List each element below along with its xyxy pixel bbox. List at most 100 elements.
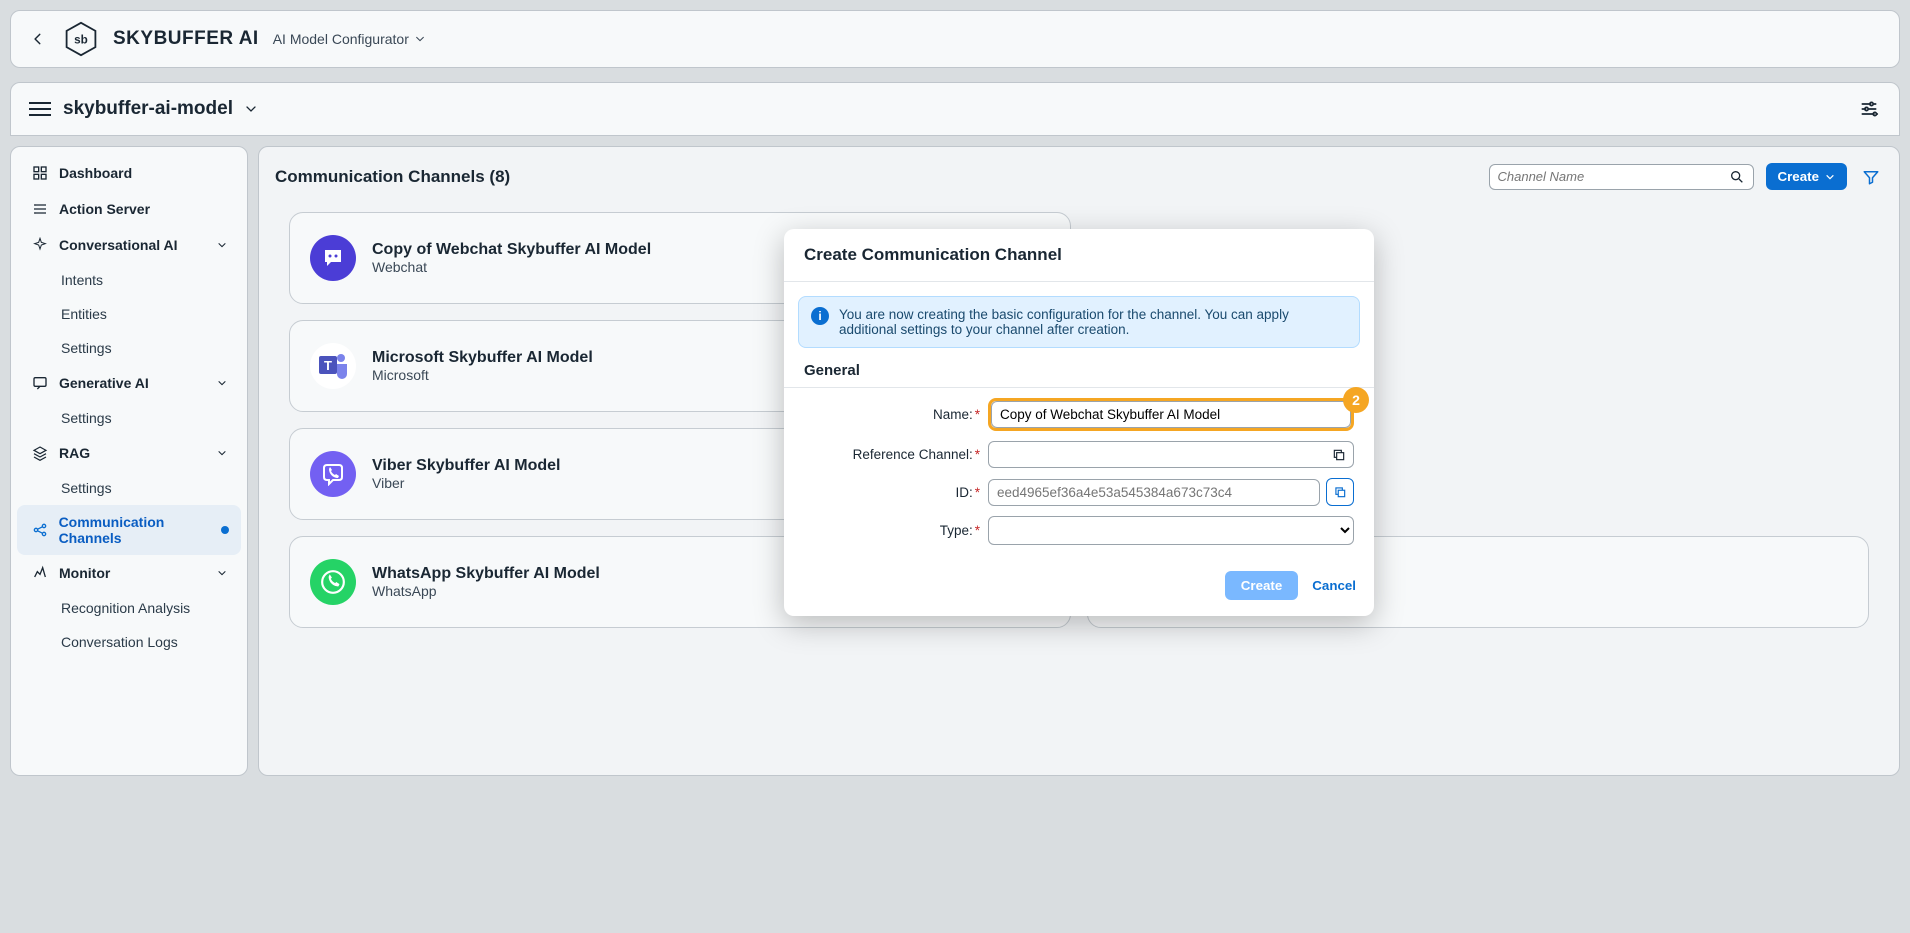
modal-create-button[interactable]: Create — [1225, 571, 1299, 600]
copy-id-button[interactable] — [1326, 478, 1354, 506]
info-text: You are now creating the basic configura… — [839, 307, 1347, 337]
sidebar-label: Generative AI — [59, 375, 149, 391]
sliders-icon — [1859, 99, 1879, 119]
viber-icon — [310, 451, 356, 497]
chevron-down-icon — [245, 103, 257, 115]
field-name-highlight: 2 — [988, 398, 1354, 431]
filter-icon — [1862, 168, 1880, 186]
top-bar: sb SKYBUFFER AI AI Model Configurator — [10, 10, 1900, 68]
menu-toggle[interactable] — [29, 98, 51, 120]
share-icon — [31, 521, 49, 539]
form-row-type: Type:* — [798, 516, 1360, 545]
modal-cancel-button[interactable]: Cancel — [1312, 571, 1356, 600]
card-subtitle: Webchat — [372, 259, 651, 275]
sidebar-label: Monitor — [59, 565, 110, 581]
sidebar: Dashboard Action Server Conversational A… — [10, 146, 248, 776]
id-input[interactable] — [988, 479, 1320, 506]
annotation-badge: 2 — [1343, 387, 1369, 413]
svg-text:T: T — [324, 358, 332, 373]
search-input[interactable] — [1498, 169, 1729, 184]
sidebar-label: Settings — [61, 410, 112, 426]
chevron-down-icon — [1825, 172, 1835, 182]
sidebar-item-conversation-logs[interactable]: Conversation Logs — [17, 625, 241, 659]
sparkle-icon — [31, 236, 49, 254]
card-title: Copy of Webchat Skybuffer AI Model — [372, 241, 651, 259]
sidebar-item-recognition[interactable]: Recognition Analysis — [17, 591, 241, 625]
label-reference: Reference Channel:* — [804, 447, 980, 462]
sidebar-item-dashboard[interactable]: Dashboard — [17, 155, 241, 191]
sidebar-label: Action Server — [59, 201, 150, 217]
reference-input[interactable] — [988, 441, 1354, 468]
sidebar-item-rag[interactable]: RAG — [17, 435, 241, 471]
info-banner: i You are now creating the basic configu… — [798, 296, 1360, 348]
field-reference — [988, 441, 1354, 468]
app-subtitle: AI Model Configurator — [273, 31, 409, 47]
info-icon: i — [811, 307, 829, 325]
svg-text:sb: sb — [74, 34, 88, 47]
layers-icon — [31, 444, 49, 462]
page-title: Communication Channels (8) — [275, 167, 510, 187]
sidebar-label: RAG — [59, 445, 90, 461]
card-title: Viber Skybuffer AI Model — [372, 457, 560, 475]
form-row-reference: Reference Channel:* — [798, 441, 1360, 468]
sidebar-label: Communication Channels — [59, 514, 227, 546]
model-dropdown[interactable] — [245, 103, 257, 115]
sidebar-item-conversational-ai[interactable]: Conversational AI — [17, 227, 241, 263]
sidebar-label: Dashboard — [59, 165, 132, 181]
sidebar-label: Settings — [61, 340, 112, 356]
content-pane: Communication Channels (8) Create — [258, 146, 1900, 776]
create-button-label: Create — [1778, 169, 1820, 184]
card-title: Microsoft Skybuffer AI Model — [372, 349, 593, 367]
search-box[interactable] — [1489, 164, 1754, 190]
teams-icon: T — [310, 343, 356, 389]
card-subtitle: Viber — [372, 475, 560, 491]
sidebar-item-action-server[interactable]: Action Server — [17, 191, 241, 227]
label-id: ID:* — [804, 485, 980, 500]
app-subtitle-dropdown[interactable]: AI Model Configurator — [273, 31, 425, 47]
section-title: General — [804, 362, 1354, 379]
server-icon — [31, 200, 49, 218]
chevron-down-icon — [217, 448, 227, 458]
sidebar-item-intents[interactable]: Intents — [17, 263, 241, 297]
type-select[interactable] — [988, 516, 1354, 545]
brand-name: SKYBUFFER AI — [113, 28, 259, 50]
sidebar-item-monitor[interactable]: Monitor — [17, 555, 241, 591]
create-channel-modal: Create Communication Channel i You are n… — [784, 229, 1374, 616]
form-row-id: ID:* — [798, 478, 1360, 506]
chevron-down-icon — [217, 378, 227, 388]
filter-button[interactable] — [1859, 165, 1883, 189]
modal-title: Create Communication Channel — [784, 229, 1374, 282]
copy-icon — [1333, 485, 1347, 499]
search-icon — [1729, 169, 1745, 185]
model-name: skybuffer-ai-model — [63, 98, 233, 120]
chevron-down-icon — [217, 568, 227, 578]
model-bar: skybuffer-ai-model — [10, 82, 1900, 136]
card-subtitle: Microsoft — [372, 367, 593, 383]
sidebar-item-settings-gen[interactable]: Settings — [17, 401, 241, 435]
name-input[interactable] — [991, 401, 1351, 428]
sidebar-item-generative-ai[interactable]: Generative AI — [17, 365, 241, 401]
label-name: Name:* — [804, 407, 980, 422]
sidebar-item-settings-rag[interactable]: Settings — [17, 471, 241, 505]
content-header: Communication Channels (8) Create — [273, 161, 1885, 204]
sidebar-label: Recognition Analysis — [61, 600, 190, 616]
dashboard-icon — [31, 164, 49, 182]
whatsapp-icon — [310, 559, 356, 605]
webchat-icon — [310, 235, 356, 281]
monitor-icon — [31, 564, 49, 582]
sidebar-label: Settings — [61, 480, 112, 496]
chat-icon — [31, 374, 49, 392]
label-type: Type:* — [804, 523, 980, 538]
settings-button[interactable] — [1857, 97, 1881, 121]
sidebar-label: Intents — [61, 272, 103, 288]
chevron-down-icon — [217, 240, 227, 250]
sidebar-label: Entities — [61, 306, 107, 322]
form-row-name: Name:* 2 — [798, 398, 1360, 431]
create-button[interactable]: Create — [1766, 163, 1848, 190]
card-title: WhatsApp Skybuffer AI Model — [372, 565, 600, 583]
sidebar-item-entities[interactable]: Entities — [17, 297, 241, 331]
sidebar-item-communication-channels[interactable]: Communication Channels — [17, 505, 241, 555]
card-subtitle: WhatsApp — [372, 583, 600, 599]
back-button[interactable] — [27, 28, 49, 50]
sidebar-item-settings-conv[interactable]: Settings — [17, 331, 241, 365]
